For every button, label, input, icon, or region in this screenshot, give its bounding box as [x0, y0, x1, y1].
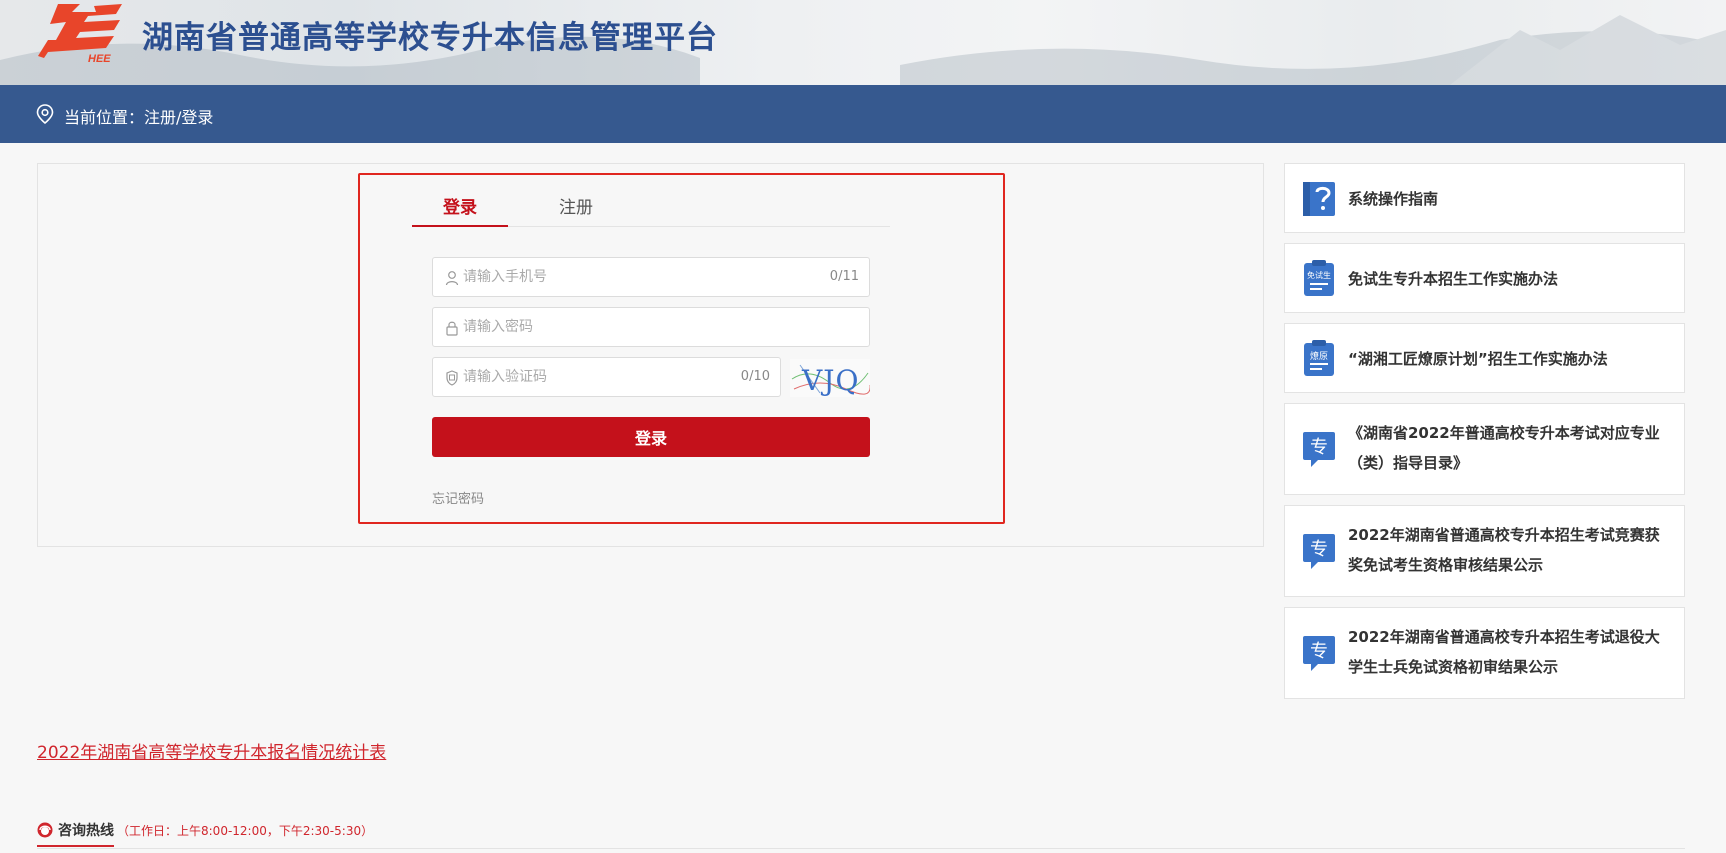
location-pin-icon — [36, 104, 54, 124]
captcha-counter: 0/10 — [740, 369, 770, 384]
lock-icon — [446, 321, 458, 336]
user-icon — [445, 271, 459, 286]
speech-bubble-icon: 专 — [1303, 432, 1335, 467]
divider — [37, 848, 1685, 849]
sidebar-item-label: 《湖南省2022年普通高校专升本考试对应专业（类）指导目录》 — [1348, 424, 1660, 472]
login-tabs: 登录 注册 — [412, 193, 890, 227]
sidebar-item-label: “湖湘工匠燎原计划”招生工作实施办法 — [1348, 350, 1608, 368]
site-title: 湖南省普通高等学校专升本信息管理平台 — [142, 20, 718, 56]
speech-bubble-icon-text: 专 — [1310, 437, 1328, 458]
captcha-input[interactable] — [463, 358, 723, 396]
captcha-image[interactable]: VJQ — [790, 359, 870, 397]
sidebar-item-exempt[interactable]: 免试生 免试生专升本招生工作实施办法 — [1284, 243, 1685, 313]
hotline-hours: （工作日：上午8:00-12:00，下午2:30-5:30） — [117, 824, 374, 838]
help-book-icon — [1303, 182, 1335, 216]
password-input[interactable] — [463, 308, 803, 346]
sidebar-item-label: 免试生专升本招生工作实施办法 — [1348, 270, 1559, 288]
speech-bubble-icon-text: 专 — [1310, 641, 1328, 662]
speech-bubble-icon: 专 — [1303, 636, 1335, 671]
sidebar-item-catalog[interactable]: 专 《湖南省2022年普通高校专升本考试对应专业（类）指导目录》 — [1284, 403, 1685, 495]
speech-bubble-icon: 专 — [1303, 534, 1335, 569]
speech-bubble-icon-text: 专 — [1310, 539, 1328, 560]
hotline-label: 咨询热线 — [58, 823, 114, 839]
headset-icon — [37, 822, 53, 838]
shield-icon — [446, 370, 458, 386]
password-field[interactable] — [432, 307, 870, 347]
sidebar-item-veterans[interactable]: 专 2022年湖南省普通高校专升本招生考试退役大学生士兵免试资格初审结果公示 — [1284, 607, 1685, 699]
tab-register[interactable]: 注册 — [528, 193, 624, 227]
phone-counter: 0/11 — [829, 269, 859, 284]
captcha-field[interactable]: 0/10 — [432, 357, 781, 397]
logo-text: HEE — [88, 53, 111, 64]
sidebar-item-liaoyuan[interactable]: 燎原 “湖湘工匠燎原计划”招生工作实施办法 — [1284, 323, 1685, 393]
breadcrumb-bar: 当前位置：注册/登录 — [0, 85, 1726, 143]
breadcrumb: 当前位置：注册/登录 — [64, 108, 214, 127]
sidebar-item-guide[interactable]: 系统操作指南 — [1284, 163, 1685, 233]
registration-stats-link[interactable]: 2022年湖南省高等学校专升本报名情况统计表 — [37, 738, 386, 763]
phone-input[interactable] — [463, 258, 803, 296]
clipboard-icon-text: 燎原 — [1310, 350, 1328, 362]
tab-login[interactable]: 登录 — [412, 193, 508, 227]
hotline-underline — [37, 845, 114, 847]
phone-field[interactable]: 0/11 — [432, 257, 870, 297]
forgot-password-link[interactable]: 忘记密码 — [432, 488, 484, 507]
clipboard-icon: 燎原 — [1304, 340, 1334, 376]
site-logo[interactable]: HEE — [36, 0, 128, 64]
sidebar-item-label: 2022年湖南省普通高校专升本招生考试竞赛获奖免试考生资格审核结果公示 — [1348, 526, 1660, 574]
captcha-text: VJQ — [801, 364, 859, 397]
clipboard-icon-text: 免试生 — [1307, 270, 1331, 280]
login-button[interactable]: 登录 — [432, 417, 870, 457]
site-header: HEE 湖南省普通高等学校专升本信息管理平台 — [0, 0, 1726, 85]
sidebar-item-competition[interactable]: 专 2022年湖南省普通高校专升本招生考试竞赛获奖免试考生资格审核结果公示 — [1284, 505, 1685, 597]
sidebar-item-label: 系统操作指南 — [1348, 190, 1439, 208]
clipboard-icon: 免试生 — [1304, 260, 1334, 296]
sidebar-item-label: 2022年湖南省普通高校专升本招生考试退役大学生士兵免试资格初审结果公示 — [1348, 628, 1660, 676]
